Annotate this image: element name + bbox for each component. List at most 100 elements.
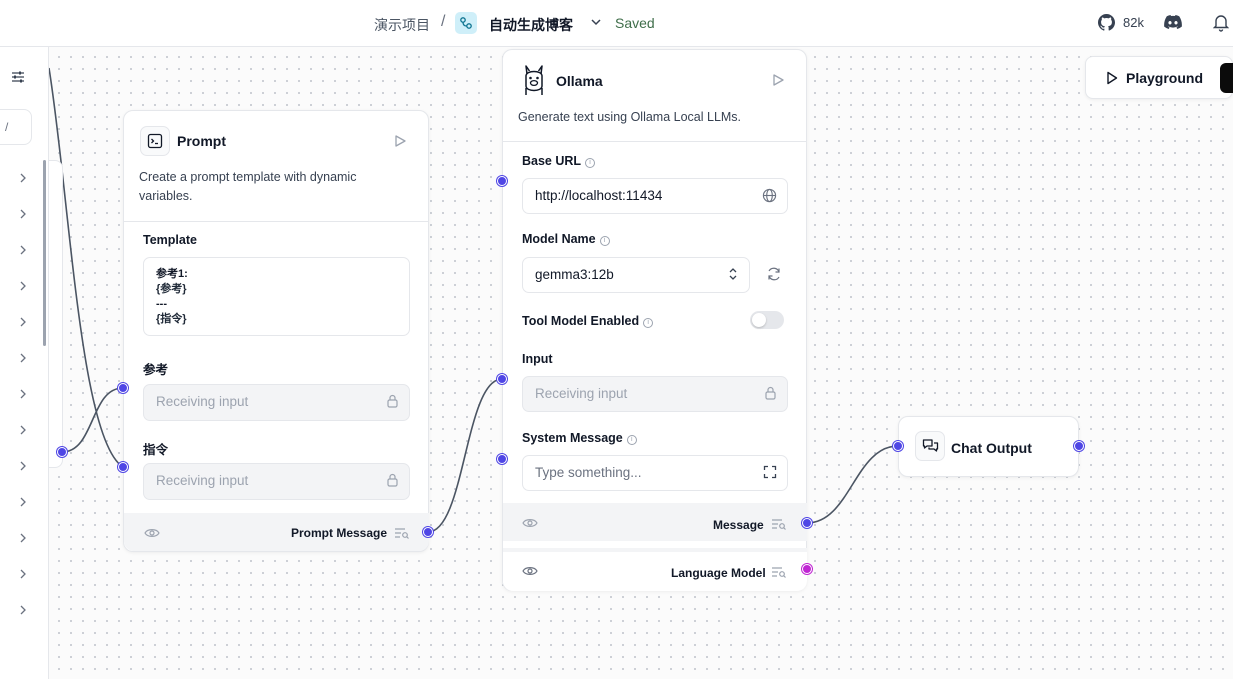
- template-line: 参考1:: [156, 268, 188, 280]
- save-status: Saved: [615, 15, 655, 31]
- ollama-node[interactable]: Ollama Generate text using Ollama Local …: [502, 49, 807, 591]
- reference-input: Receiving input: [143, 384, 410, 421]
- component-sidebar: /: [0, 47, 49, 679]
- output-label: Message: [713, 518, 764, 532]
- top-bar: 演示项目 / 自动生成博客 Saved 82k: [0, 0, 1233, 47]
- chevron-right-icon[interactable]: [19, 495, 29, 507]
- refresh-icon[interactable]: [766, 266, 782, 287]
- chat-output-output-handle[interactable]: [1074, 441, 1084, 451]
- info-icon[interactable]: i: [626, 435, 637, 445]
- lock-icon: [386, 473, 399, 490]
- prompt-node[interactable]: Prompt Create a prompt template with dyn…: [123, 110, 429, 552]
- bell-icon[interactable]: [1212, 14, 1230, 37]
- template-textarea[interactable]: 参考1: {参考} --- {指令}: [143, 257, 410, 336]
- playground-button[interactable]: Playground: [1085, 56, 1233, 99]
- reference-input-handle[interactable]: [118, 383, 128, 393]
- ollama-input-value: Receiving input: [535, 386, 628, 401]
- inspect-output-icon[interactable]: [394, 526, 410, 544]
- inspect-output-icon[interactable]: [771, 565, 787, 583]
- reference-input-value: Receiving input: [156, 394, 249, 409]
- system-message-input-handle[interactable]: [497, 454, 507, 464]
- instruction-input-value: Receiving input: [156, 473, 249, 488]
- system-message-input[interactable]: Type something...: [522, 455, 788, 491]
- node-title: Prompt: [177, 133, 226, 149]
- info-icon[interactable]: i: [599, 236, 610, 246]
- system-message-label: System Message i: [522, 431, 637, 445]
- chevron-right-icon[interactable]: [19, 567, 29, 579]
- chevron-right-icon[interactable]: [19, 315, 29, 327]
- model-name-value: gemma3:12b: [535, 267, 614, 282]
- ollama-input-handle[interactable]: [497, 374, 507, 384]
- system-message-label-text: System Message: [522, 431, 623, 445]
- chevron-right-icon[interactable]: [19, 531, 29, 543]
- model-name-label-text: Model Name: [522, 232, 596, 246]
- message-output-handle[interactable]: [802, 518, 812, 528]
- reference-label: 参考: [143, 363, 169, 377]
- breadcrumb-separator: /: [441, 13, 446, 30]
- instruction-input: Receiving input: [143, 463, 410, 500]
- github-icon[interactable]: [1098, 14, 1115, 36]
- chevrons-up-down-icon: [727, 267, 739, 284]
- output-label: Language Model: [671, 566, 766, 580]
- partial-node-output-handle[interactable]: [57, 447, 67, 457]
- eye-icon[interactable]: [522, 564, 538, 582]
- info-icon[interactable]: i: [643, 318, 654, 328]
- instruction-input-handle[interactable]: [118, 462, 128, 472]
- info-icon[interactable]: i: [585, 158, 596, 168]
- chevron-right-icon[interactable]: [19, 351, 29, 363]
- model-name-select[interactable]: gemma3:12b: [522, 257, 750, 293]
- model-name-label: Model Name i: [522, 232, 610, 246]
- terminal-square-icon: [140, 126, 170, 156]
- base-url-input-handle[interactable]: [497, 176, 507, 186]
- inspect-output-icon[interactable]: [771, 517, 787, 535]
- base-url-input[interactable]: http://localhost:11434: [522, 178, 788, 214]
- lock-icon: [764, 386, 777, 403]
- chevron-right-icon[interactable]: [19, 423, 29, 435]
- chevron-right-icon[interactable]: [19, 207, 29, 219]
- chevron-down-icon[interactable]: [589, 15, 603, 34]
- chevron-right-icon[interactable]: [19, 243, 29, 255]
- divider: [503, 141, 807, 142]
- lock-icon: [386, 394, 399, 411]
- discord-icon[interactable]: [1164, 15, 1182, 34]
- flow-name[interactable]: 自动生成博客: [489, 15, 573, 35]
- chevron-right-icon[interactable]: [19, 279, 29, 291]
- ollama-llama-icon: [520, 64, 548, 101]
- base-url-value: http://localhost:11434: [535, 188, 663, 203]
- tool-model-label-text: Tool Model Enabled: [522, 314, 640, 328]
- playground-label: Playground: [1126, 70, 1204, 86]
- node-description: Generate text using Ollama Local LLMs.: [518, 110, 742, 124]
- publish-button[interactable]: [1220, 63, 1233, 93]
- sidebar-search-input[interactable]: /: [0, 109, 32, 145]
- settings-sliders-icon[interactable]: [10, 69, 26, 90]
- ollama-input-field: Receiving input: [522, 376, 788, 412]
- instruction-label: 指令: [143, 443, 169, 457]
- chevron-right-icon[interactable]: [19, 387, 29, 399]
- tool-model-label: Tool Model Enabled i: [522, 314, 654, 328]
- prompt-message-output-handle[interactable]: [423, 527, 433, 537]
- partial-node-left: [49, 160, 63, 468]
- input-label: Input: [522, 352, 553, 366]
- eye-icon[interactable]: [144, 526, 160, 544]
- search-shortcut: /: [5, 120, 9, 134]
- chevron-right-icon[interactable]: [19, 171, 29, 183]
- chevron-right-icon[interactable]: [19, 603, 29, 615]
- base-url-label-text: Base URL: [522, 154, 582, 168]
- expand-icon[interactable]: [763, 465, 777, 482]
- tool-model-toggle[interactable]: [750, 311, 784, 329]
- sidebar-scrollbar[interactable]: [43, 160, 46, 346]
- chat-output-node[interactable]: Chat Output: [898, 416, 1079, 477]
- run-component-icon[interactable]: [393, 134, 407, 153]
- breadcrumb-project[interactable]: 演示项目: [374, 15, 430, 35]
- language-model-output-handle[interactable]: [802, 564, 812, 574]
- eye-icon[interactable]: [522, 516, 538, 534]
- globe-icon[interactable]: [762, 188, 777, 206]
- github-star-count[interactable]: 82k: [1123, 15, 1144, 30]
- output-row-language-model: Language Model: [503, 548, 807, 591]
- template-line: ---: [156, 298, 167, 310]
- chevron-right-icon[interactable]: [19, 459, 29, 471]
- template-label: Template: [143, 233, 197, 247]
- template-line: {指令}: [156, 313, 187, 325]
- run-component-icon[interactable]: [771, 73, 785, 92]
- chat-output-input-handle[interactable]: [893, 441, 903, 451]
